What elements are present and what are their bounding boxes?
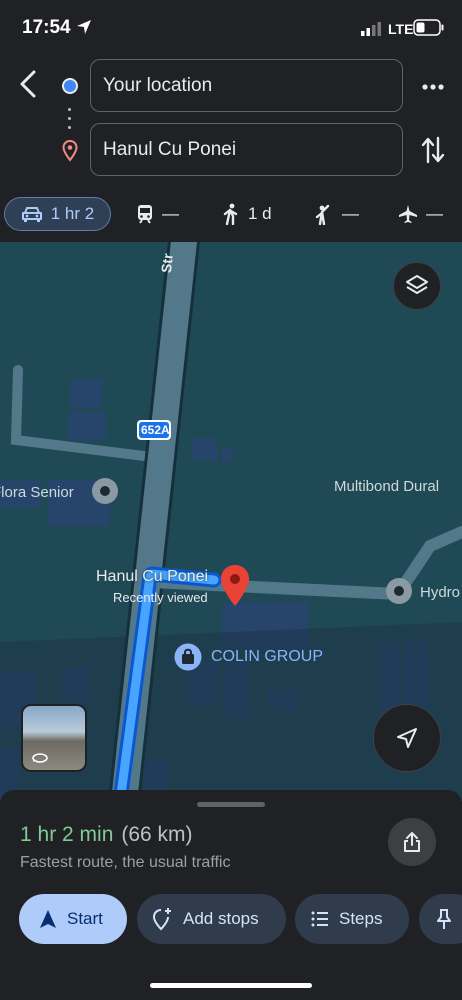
- poi-label-multibond[interactable]: Multibond Dural: [334, 478, 439, 495]
- mode-ride[interactable]: —: [314, 197, 359, 231]
- train-icon: [138, 205, 152, 224]
- share-button[interactable]: [388, 818, 436, 866]
- location-arrow-icon: [77, 20, 91, 34]
- steps-label: Steps: [339, 909, 383, 928]
- poi-label-hydro[interactable]: Hydro: [420, 584, 460, 601]
- destination-map-sublabel: Recently viewed: [113, 590, 208, 605]
- route-subtitle: Fastest route, the usual traffic: [20, 854, 231, 871]
- mode-drive[interactable]: 1 hr 2: [4, 197, 111, 231]
- mode-walk[interactable]: 1 d: [222, 197, 272, 231]
- directions-header: Your location Hanul Cu Ponei: [0, 56, 462, 186]
- sheet-drag-handle[interactable]: [197, 802, 265, 807]
- signal-icon: [361, 22, 381, 36]
- poi-label-senior[interactable]: Flora Senior: [0, 484, 74, 501]
- street-name-label: Str: [158, 252, 176, 274]
- swap-icon[interactable]: [420, 134, 446, 166]
- steps-button[interactable]: Steps: [295, 894, 409, 944]
- mode-walk-label: 1 d: [248, 204, 272, 223]
- destination-map-label[interactable]: Hanul Cu Ponei: [96, 568, 208, 586]
- status-bar: 17:54 LTE: [0, 0, 462, 56]
- walk-icon: [223, 203, 238, 225]
- flight-icon: [399, 205, 417, 223]
- origin-input[interactable]: Your location: [90, 59, 403, 112]
- add-stops-label: Add stops: [183, 909, 259, 928]
- home-indicator[interactable]: [150, 983, 312, 988]
- poi-label-colin[interactable]: COLIN GROUP: [211, 648, 323, 666]
- status-time: 17:54: [22, 17, 71, 38]
- road-shield-label: 652A: [141, 423, 170, 437]
- poi-marker-icon[interactable]: [90, 476, 120, 506]
- route-distance: (66 km): [121, 823, 193, 846]
- navigation-arrow-icon: [397, 728, 417, 748]
- shopping-bag-icon[interactable]: [173, 642, 203, 672]
- route-dots-icon: [68, 108, 72, 130]
- add-location-icon: [152, 908, 171, 931]
- add-stops-button[interactable]: Add stops: [137, 894, 286, 944]
- rotate-360-icon: [32, 753, 48, 763]
- mode-fly[interactable]: —: [398, 197, 443, 231]
- pin-button[interactable]: [419, 894, 462, 944]
- start-button[interactable]: Start: [19, 894, 127, 944]
- destination-marker-icon[interactable]: [219, 564, 251, 608]
- route-duration: 1 hr 2 min (66 km): [20, 823, 193, 847]
- battery-icon: [413, 19, 444, 36]
- recenter-button[interactable]: [373, 704, 441, 772]
- layers-icon: [406, 275, 428, 294]
- origin-dot-icon: [62, 78, 78, 94]
- poi-marker-icon[interactable]: [384, 576, 414, 606]
- share-icon: [404, 832, 420, 852]
- navigation-start-icon: [40, 910, 56, 928]
- destination-input[interactable]: Hanul Cu Ponei: [90, 123, 403, 176]
- start-button-label: Start: [67, 909, 103, 928]
- mode-transit[interactable]: —: [136, 197, 179, 231]
- mode-fly-label: —: [426, 204, 443, 223]
- network-type: LTE: [388, 21, 414, 37]
- car-icon: [21, 207, 42, 222]
- destination-pin-icon: [62, 140, 78, 162]
- layers-button[interactable]: [393, 262, 441, 310]
- pin-icon: [437, 909, 451, 929]
- back-icon[interactable]: [14, 66, 44, 102]
- more-options-icon[interactable]: [418, 72, 448, 102]
- list-icon: [311, 911, 328, 927]
- street-view-thumbnail[interactable]: [21, 704, 87, 772]
- route-sheet: 1 hr 2 min (66 km) Fastest route, the usu…: [0, 790, 462, 1000]
- map-view[interactable]: 652A Str Flora Senior Multibond Dural Hy…: [0, 242, 462, 802]
- mode-transit-label: —: [162, 204, 179, 223]
- travel-mode-bar: 1 hr 2 — 1 d — —: [0, 186, 462, 242]
- mode-ride-label: —: [342, 204, 359, 223]
- hail-ride-icon: [315, 204, 330, 225]
- route-time: 1 hr 2 min: [20, 823, 114, 846]
- mode-drive-label: 1 hr 2: [50, 204, 95, 223]
